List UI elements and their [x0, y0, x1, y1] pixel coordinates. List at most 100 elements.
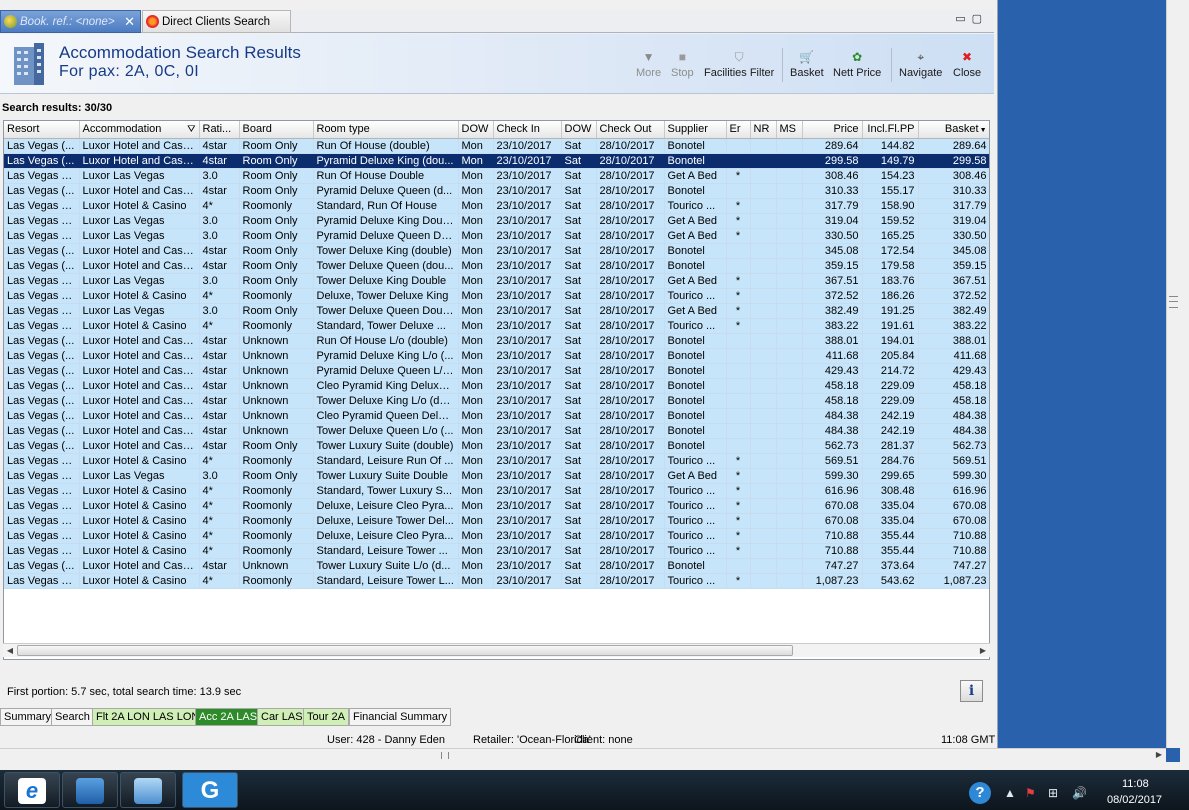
table-row[interactable]: Las Vegas T... Luxor Hotel & Casino 4* Room…: [4, 513, 989, 529]
table-row[interactable]: Las Vegas T... Luxor Las Vegas 3.0 Room Onl…: [4, 168, 989, 184]
column-header[interactable]: Resort: [4, 121, 80, 139]
taskbar-g-app[interactable]: G: [182, 772, 238, 808]
column-header[interactable]: MS: [776, 121, 803, 139]
table-cell: 299.58: [802, 153, 863, 169]
tab-financial-summary[interactable]: Financial Summary: [349, 708, 452, 726]
table-cell: 710.88: [918, 543, 989, 559]
column-header[interactable]: Incl.Fl.PP: [862, 121, 919, 139]
column-header[interactable]: DOW: [458, 121, 494, 139]
table-cell: [776, 393, 803, 409]
table-row[interactable]: Las Vegas T... Luxor Hotel & Casino 4* Room…: [4, 198, 989, 214]
flag-icon[interactable]: ⚑: [1025, 786, 1036, 800]
table-row[interactable]: Las Vegas T... Luxor Las Vegas 3.0 Room Onl…: [4, 213, 989, 229]
table-row[interactable]: Las Vegas (... Luxor Hotel and Casino 4sta…: [4, 258, 989, 274]
table-cell: Tower Deluxe Queen Double: [313, 303, 459, 319]
status-time: 11:08 GMT: [941, 734, 996, 746]
table-row[interactable]: Las Vegas T... Luxor Hotel & Casino 4* Room…: [4, 483, 989, 499]
table-cell: Las Vegas T...: [4, 498, 80, 514]
nett-price-button[interactable]: ✿ Nett Price: [833, 50, 881, 79]
close-tab-icon[interactable]: ✕: [124, 14, 135, 30]
column-header[interactable]: DOW: [561, 121, 597, 139]
column-header[interactable]: Rati...: [199, 121, 240, 139]
clock-time[interactable]: 11:08: [1122, 778, 1149, 790]
tab-summary[interactable]: Summary: [0, 708, 56, 726]
filter-icon[interactable]: ⛛: [187, 124, 195, 135]
info-button[interactable]: i: [960, 680, 983, 702]
network-icon[interactable]: ⊞: [1048, 786, 1058, 800]
column-header[interactable]: Supplier: [664, 121, 727, 139]
column-header[interactable]: NR: [750, 121, 777, 139]
table-row[interactable]: Las Vegas T... Luxor Hotel & Casino 4* Room…: [4, 453, 989, 469]
tab-car[interactable]: Car LAS: [257, 708, 307, 726]
table-row[interactable]: Las Vegas (... Luxor Hotel and Casino 4sta…: [4, 423, 989, 439]
tab-search[interactable]: Search: [51, 708, 94, 726]
table-cell: Standard, Tower Deluxe ...: [313, 318, 459, 334]
taskbar-internet-explorer[interactable]: e: [4, 772, 60, 808]
desktop-vertical-scrollbar[interactable]: [1166, 0, 1180, 748]
table-row[interactable]: Las Vegas T... Luxor Las Vegas 3.0 Room Onl…: [4, 468, 989, 484]
table-row[interactable]: Las Vegas (... Luxor Hotel and Casino 4sta…: [4, 348, 989, 364]
close-button[interactable]: ✖ Close: [953, 50, 981, 79]
table-horizontal-scrollbar[interactable]: ◀ ▶: [3, 643, 990, 657]
column-header[interactable]: Price: [802, 121, 863, 139]
tab-direct-clients-search[interactable]: Direct Clients Search: [142, 10, 291, 33]
table-row[interactable]: Las Vegas (... Luxor Hotel and Casino 4sta…: [4, 153, 989, 169]
minimize-icon[interactable]: ▭: [955, 13, 971, 25]
table-row[interactable]: Las Vegas T... Luxor Hotel & Casino 4* Room…: [4, 528, 989, 544]
table-row[interactable]: Las Vegas (... Luxor Hotel and Casino 4sta…: [4, 438, 989, 454]
table-row[interactable]: Las Vegas (... Luxor Hotel and Casino 4sta…: [4, 183, 989, 199]
table-row[interactable]: Las Vegas (... Luxor Hotel and Casino 4sta…: [4, 363, 989, 379]
table-cell: 4*: [199, 318, 240, 334]
table-row[interactable]: Las Vegas T... Luxor Las Vegas 3.0 Room Onl…: [4, 303, 989, 319]
column-header[interactable]: Basket▼: [918, 121, 989, 139]
table-cell: [776, 363, 803, 379]
table-row[interactable]: Las Vegas T... Luxor Las Vegas 3.0 Room Onl…: [4, 228, 989, 244]
table-row[interactable]: Las Vegas T... Luxor Hotel & Casino 4* Room…: [4, 543, 989, 559]
table-row[interactable]: Las Vegas T... Luxor Hotel & Casino 4* Room…: [4, 318, 989, 334]
column-header[interactable]: Er: [726, 121, 751, 139]
basket-button[interactable]: 🛒 Basket: [790, 50, 824, 79]
window-horizontal-scrollbar[interactable]: ▶: [0, 748, 1166, 762]
table-cell: 4star: [199, 378, 240, 394]
column-header[interactable]: Board: [239, 121, 314, 139]
table-row[interactable]: Las Vegas (... Luxor Hotel and Casino 4sta…: [4, 393, 989, 409]
show-hidden-icons[interactable]: ▲: [1004, 786, 1016, 800]
table-row[interactable]: Las Vegas (... Luxor Hotel and Casino 4sta…: [4, 558, 989, 574]
scrollbar-thumb[interactable]: [17, 645, 793, 656]
table-row[interactable]: Las Vegas (... Luxor Hotel and Casino 4sta…: [4, 408, 989, 424]
clock-date[interactable]: 08/02/2017: [1107, 794, 1162, 806]
help-icon[interactable]: ?: [969, 782, 991, 804]
column-header[interactable]: Accommodation ⛛: [79, 121, 200, 139]
navigate-button[interactable]: ⌖ Navigate: [899, 50, 942, 79]
scroll-right-icon[interactable]: ▶: [976, 644, 990, 657]
facilities-filter-button[interactable]: ⛉ Facilities Filter: [704, 50, 774, 79]
maximize-icon[interactable]: ▢: [972, 13, 988, 25]
column-header[interactable]: Check Out: [596, 121, 665, 139]
table-row[interactable]: Las Vegas (... Luxor Hotel and Casino 4sta…: [4, 243, 989, 259]
table-cell: [726, 333, 751, 349]
taskbar-network-computer[interactable]: [62, 772, 118, 808]
scroll-right-icon[interactable]: ▶: [1156, 750, 1162, 759]
table-row[interactable]: Las Vegas T... Luxor Hotel & Casino 4* Room…: [4, 288, 989, 304]
table-cell: [776, 168, 803, 184]
volume-icon[interactable]: 🔊: [1072, 786, 1087, 800]
scroll-left-icon[interactable]: ◀: [3, 644, 17, 657]
table-row[interactable]: Las Vegas T... Luxor Hotel & Casino 4* Room…: [4, 573, 989, 589]
tab-tour[interactable]: Tour 2A: [303, 708, 349, 726]
column-header[interactable]: Check In: [493, 121, 562, 139]
taskbar-file-transfer[interactable]: [120, 772, 176, 808]
tab-booking-ref[interactable]: Book. ref.: <none> ✕: [0, 10, 141, 33]
tab-accommodation[interactable]: Acc 2A LAS: [195, 708, 262, 726]
table-row[interactable]: Las Vegas T... Luxor Las Vegas 3.0 Room Onl…: [4, 273, 989, 289]
table-cell: Bonotel: [664, 378, 727, 394]
table-cell: 345.08: [918, 243, 989, 259]
stop-button[interactable]: ■ Stop: [671, 50, 694, 79]
table-row[interactable]: Las Vegas (... Luxor Hotel and Casino 4sta…: [4, 333, 989, 349]
table-row[interactable]: Las Vegas (... Luxor Hotel and Casino 4sta…: [4, 378, 989, 394]
table-row[interactable]: Las Vegas (... Luxor Hotel and Casino 4sta…: [4, 138, 989, 154]
table-cell: Mon: [458, 138, 494, 154]
table-row[interactable]: Las Vegas T... Luxor Hotel & Casino 4* Room…: [4, 498, 989, 514]
more-button[interactable]: ▼ More: [636, 50, 661, 79]
column-header[interactable]: Room type: [313, 121, 459, 139]
tab-flight[interactable]: Flt 2A LON LAS LON: [92, 708, 204, 726]
